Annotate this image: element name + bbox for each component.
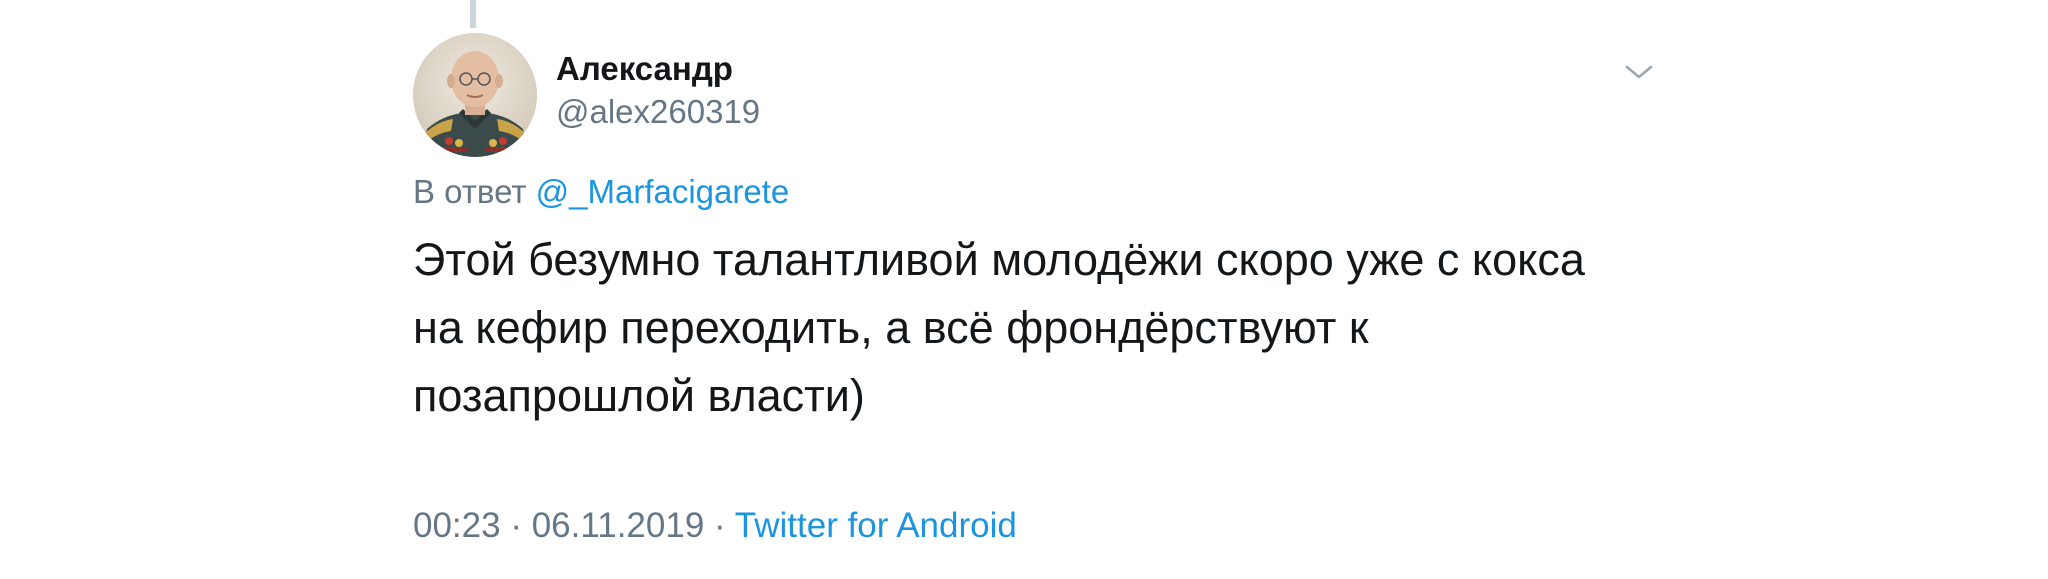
meta-separator: · (714, 506, 726, 545)
tweet-meta: 00:23 · 06.11.2019 · Twitter for Android (413, 506, 1017, 546)
meta-separator: · (510, 506, 522, 545)
author-handle[interactable]: @alex260319 (556, 93, 760, 131)
tweet-date[interactable]: 06.11.2019 (532, 506, 705, 545)
reply-prefix: В ответ (413, 173, 527, 210)
tweet-time[interactable]: 00:23 (413, 506, 501, 545)
avatar-portrait-image (413, 33, 537, 157)
thread-connector-line (470, 0, 476, 28)
avatar[interactable] (413, 33, 537, 157)
chevron-down-icon[interactable] (1624, 62, 1654, 82)
tweet-text-line: Этой безумно талантливой молодёжи скоро … (413, 234, 1585, 285)
reply-mention-link[interactable]: @_Marfacigarete (536, 173, 790, 210)
tweet-text-line: позапрошлой власти) (413, 370, 865, 421)
tweet-text-line: на кефир переходить, а всё фрондёрствуют… (413, 302, 1369, 353)
author-name[interactable]: Александр (556, 50, 733, 88)
reply-to-line: В ответ @_Marfacigarete (413, 173, 789, 211)
tweet-source-link[interactable]: Twitter for Android (735, 506, 1017, 545)
tweet-text: Этой безумно талантливой молодёжи скоро … (413, 226, 1673, 430)
